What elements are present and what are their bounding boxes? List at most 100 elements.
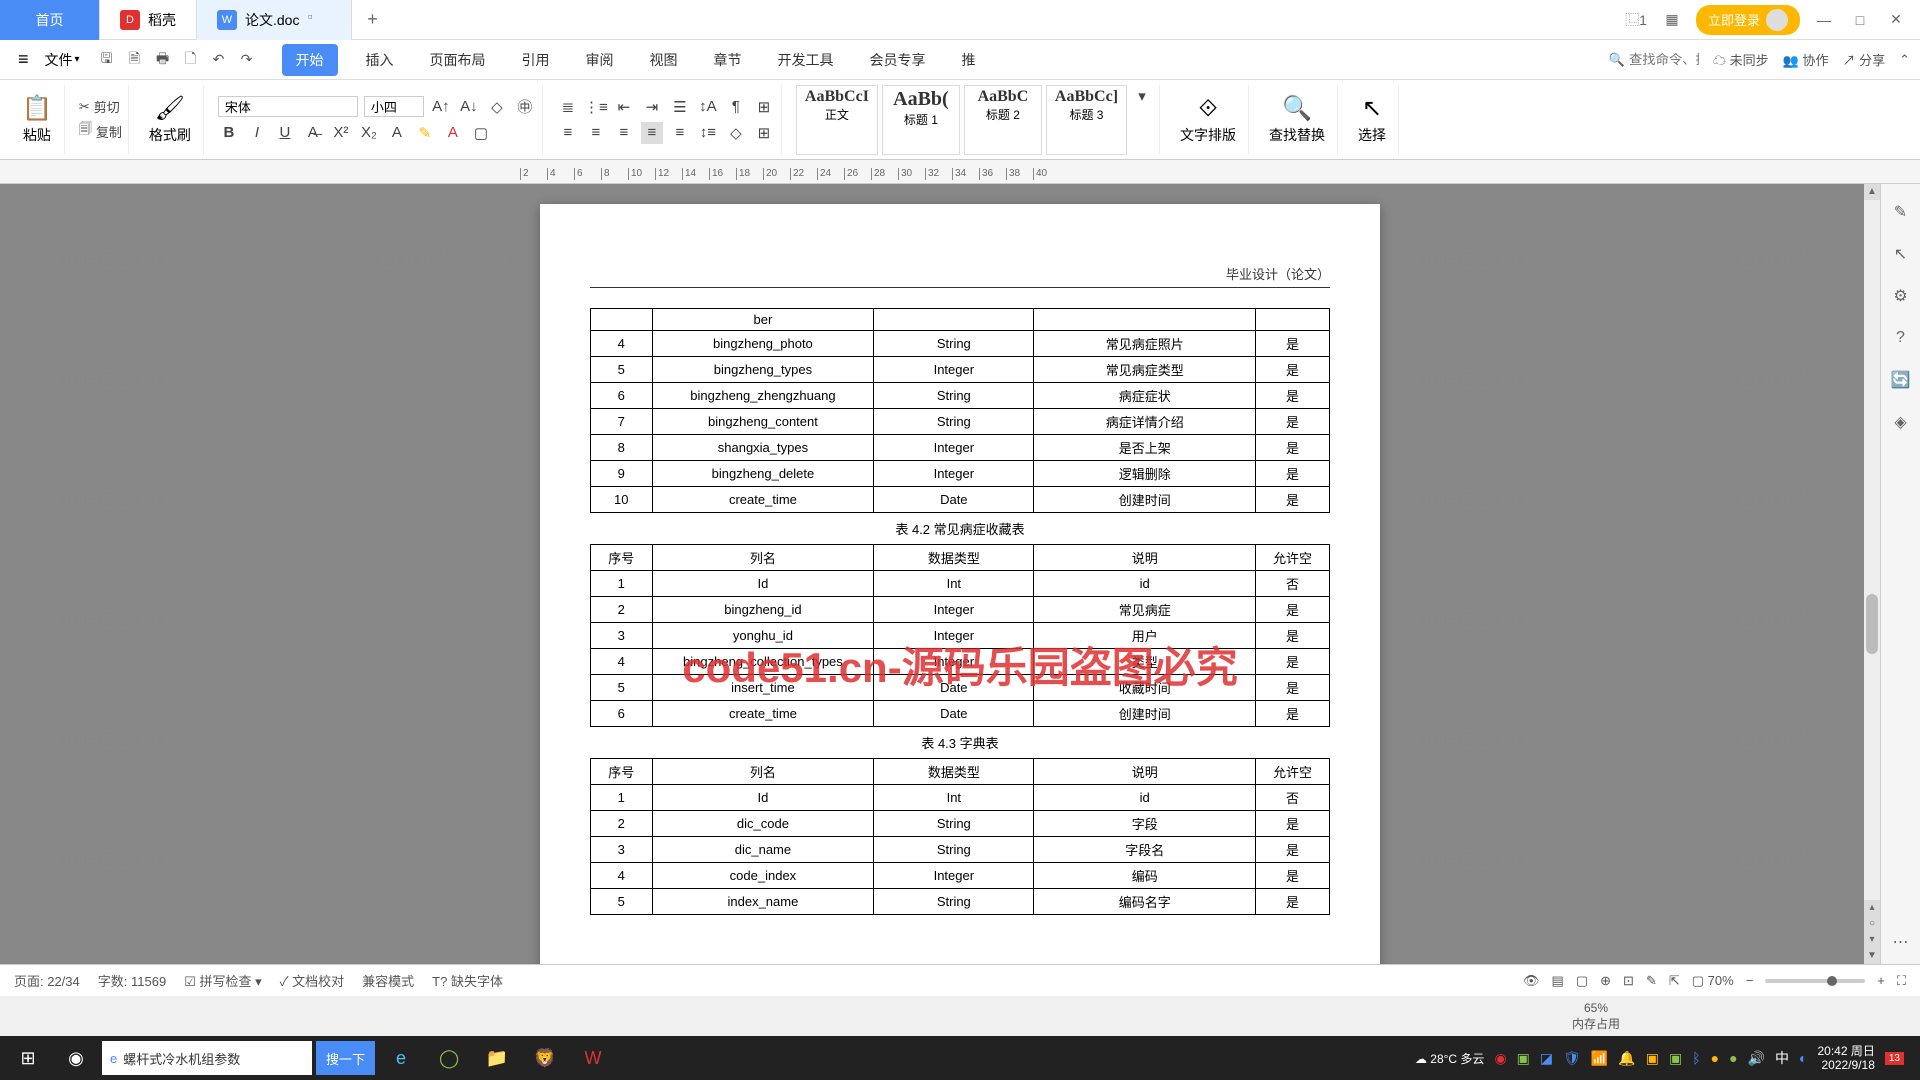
scroll-thumb[interactable] bbox=[1866, 594, 1878, 654]
format-painter-button[interactable]: 🖌格式刷 bbox=[143, 94, 197, 145]
increase-indent-icon[interactable]: ⇥ bbox=[641, 96, 663, 118]
ribbon-tab-review[interactable]: 审阅 bbox=[578, 44, 622, 76]
bold-icon[interactable]: B bbox=[218, 122, 240, 144]
subscript-icon[interactable]: X₂ bbox=[358, 122, 380, 144]
zoom-slider[interactable] bbox=[1765, 979, 1865, 983]
print-icon[interactable]: 🖶 bbox=[152, 49, 174, 71]
table-4-2[interactable]: 序号列名数据类型说明允许空1IdIntid否2bingzheng_idInteg… bbox=[590, 544, 1330, 727]
italic-icon[interactable]: I bbox=[246, 122, 268, 144]
char-border-icon[interactable]: ▢ bbox=[470, 122, 492, 144]
font-color-icon[interactable]: A bbox=[442, 122, 464, 144]
volume-icon[interactable]: 🔊 bbox=[1748, 1050, 1765, 1067]
ribbon-tab-view[interactable]: 视图 bbox=[642, 44, 686, 76]
underline-icon[interactable]: U bbox=[274, 122, 296, 144]
tab-add[interactable]: + bbox=[352, 9, 392, 30]
asian-layout-icon[interactable]: ☰ bbox=[669, 96, 691, 118]
align-right-icon[interactable]: ≡ bbox=[613, 122, 635, 144]
location-icon[interactable]: ◈ bbox=[1889, 410, 1913, 434]
ribbon-tab-layout[interactable]: 页面布局 bbox=[422, 44, 494, 76]
select-button[interactable]: ↖选择 bbox=[1352, 94, 1392, 145]
login-button[interactable]: 立即登录 bbox=[1696, 5, 1800, 35]
redo-icon[interactable]: ↷ bbox=[236, 49, 258, 71]
grid-icon[interactable]: ▦ bbox=[1660, 8, 1684, 32]
eye-icon[interactable]: 👁 bbox=[1523, 973, 1540, 989]
style-h2[interactable]: AaBbC标题 2 bbox=[964, 85, 1042, 155]
scroll-page-down-icon[interactable]: ▾ bbox=[1864, 932, 1880, 948]
phonetic-icon[interactable]: ㊥ bbox=[514, 96, 536, 118]
numbering-icon[interactable]: ⋮≡ bbox=[585, 96, 607, 118]
style-h3[interactable]: AaBbCc]标题 3 bbox=[1046, 85, 1127, 155]
save-as-icon[interactable]: 🗎 bbox=[124, 49, 146, 71]
styles-more-icon[interactable]: ▾ bbox=[1131, 85, 1153, 107]
hamburger-icon[interactable]: ≡ bbox=[10, 49, 37, 70]
pen-icon[interactable]: ✎ bbox=[1889, 200, 1913, 224]
tab-document[interactable]: W论文.doc▫ bbox=[197, 0, 352, 40]
web-mode-icon[interactable]: ⊕ bbox=[1600, 973, 1611, 989]
outline-mode-icon[interactable]: ⊡ bbox=[1623, 973, 1634, 989]
cursor-select-icon[interactable]: ↖ bbox=[1889, 242, 1913, 266]
action-center-icon[interactable]: 13 bbox=[1885, 1052, 1904, 1065]
explorer-icon[interactable]: 📁 bbox=[475, 1038, 519, 1078]
tabs-icon[interactable]: ⊞ bbox=[753, 96, 775, 118]
weather-widget[interactable]: ☁ 28°C 多云 bbox=[1415, 1050, 1485, 1067]
save-icon[interactable]: 🖫 bbox=[96, 49, 118, 71]
borders-icon[interactable]: ⊞ bbox=[753, 122, 775, 144]
bullets-icon[interactable]: ≣ bbox=[557, 96, 579, 118]
translate-icon[interactable]: 🔄 bbox=[1889, 368, 1913, 392]
ribbon-tab-insert[interactable]: 插入 bbox=[358, 44, 402, 76]
ribbon-tab-more[interactable]: 推 bbox=[954, 44, 984, 76]
superscript-icon[interactable]: X² bbox=[330, 122, 352, 144]
align-left-icon[interactable]: ≡ bbox=[557, 122, 579, 144]
page-mode-icon[interactable]: ▢ bbox=[1576, 973, 1588, 989]
word-count[interactable]: 字数: 11569 bbox=[98, 971, 166, 990]
taskbar-search[interactable]: e螺杆式冷水机组参数 bbox=[102, 1041, 312, 1075]
strikethrough-icon[interactable]: A̶ bbox=[302, 122, 324, 144]
page-indicator[interactable]: 页面: 22/34 bbox=[14, 971, 80, 990]
scroll-up-icon[interactable]: ▲ bbox=[1864, 184, 1880, 200]
edit-mode-icon[interactable]: ✎ bbox=[1646, 973, 1657, 989]
cut-button[interactable]: ✂剪切 bbox=[79, 97, 122, 116]
print-preview-icon[interactable]: 🗋 bbox=[180, 49, 202, 71]
decrease-font-icon[interactable]: A↓ bbox=[458, 96, 480, 118]
table-4-1[interactable]: ber4bingzheng_photoString常见病症照片是5bingzhe… bbox=[590, 308, 1330, 513]
vertical-scrollbar[interactable]: ▲ ▴ ○ ▾ ▼ bbox=[1864, 184, 1880, 964]
ruler[interactable]: 246810121416182022242628303234363840 bbox=[0, 160, 1920, 184]
distribute-icon[interactable]: ≡ bbox=[669, 122, 691, 144]
increase-font-icon[interactable]: A↑ bbox=[430, 96, 452, 118]
text-effect-icon[interactable]: A bbox=[386, 122, 408, 144]
sync-status[interactable]: ☁ 未同步 bbox=[1713, 50, 1769, 69]
shading-icon[interactable]: ◇ bbox=[725, 122, 747, 144]
ribbon-tab-chapter[interactable]: 章节 bbox=[706, 44, 750, 76]
zoom-in-button[interactable]: + bbox=[1877, 973, 1885, 988]
tab-restore-icon[interactable]: ▫ bbox=[307, 8, 331, 32]
tray-icon-7[interactable]: ● bbox=[1711, 1050, 1719, 1066]
find-replace-button[interactable]: 🔍查找替换 bbox=[1263, 94, 1331, 145]
zoom-level[interactable]: ▢ 70% bbox=[1692, 973, 1734, 989]
minimize-button[interactable]: — bbox=[1812, 8, 1836, 32]
undo-icon[interactable]: ↶ bbox=[208, 49, 230, 71]
command-search[interactable]: 🔍 bbox=[1609, 52, 1699, 68]
zoom-out-button[interactable]: − bbox=[1746, 973, 1754, 988]
proofread-button[interactable]: ✓ 文档校对 bbox=[280, 971, 345, 990]
align-justify-icon[interactable]: ≡ bbox=[641, 122, 663, 144]
more-icon[interactable]: ⋯ bbox=[1889, 930, 1913, 954]
missing-font[interactable]: T? 缺失字体 bbox=[432, 971, 503, 990]
document-page[interactable]: 毕业设计（论文） code51.cn-源码乐园盗图必究 ber4bingzhen… bbox=[540, 204, 1380, 964]
wps-icon[interactable]: W bbox=[571, 1038, 615, 1078]
layout-icon[interactable]: ⿺1 bbox=[1624, 8, 1648, 32]
size-selector[interactable] bbox=[364, 96, 424, 117]
style-h1[interactable]: AaBb(标题 1 bbox=[882, 85, 960, 155]
ribbon-tab-devtools[interactable]: 开发工具 bbox=[770, 44, 842, 76]
document-area[interactable]: code51.cn code51.cn code51.cn code51.cn … bbox=[0, 184, 1920, 964]
tray-icon-2[interactable]: ▣ bbox=[1517, 1050, 1530, 1067]
decrease-indent-icon[interactable]: ⇤ bbox=[613, 96, 635, 118]
settings-slider-icon[interactable]: ⚙ bbox=[1889, 284, 1913, 308]
clock[interactable]: 20:42 周日2022/9/18 bbox=[1818, 1044, 1875, 1073]
ribbon-tab-member[interactable]: 会员专享 bbox=[862, 44, 934, 76]
fit-width-icon[interactable]: ⇱ bbox=[1669, 973, 1680, 989]
font-selector[interactable] bbox=[218, 96, 358, 117]
ime-indicator[interactable]: 中 bbox=[1775, 1048, 1789, 1068]
tray-icon-5[interactable]: ▣ bbox=[1646, 1050, 1659, 1067]
cortana-icon[interactable]: ◉ bbox=[54, 1038, 98, 1078]
start-button[interactable]: ⊞ bbox=[6, 1038, 50, 1078]
